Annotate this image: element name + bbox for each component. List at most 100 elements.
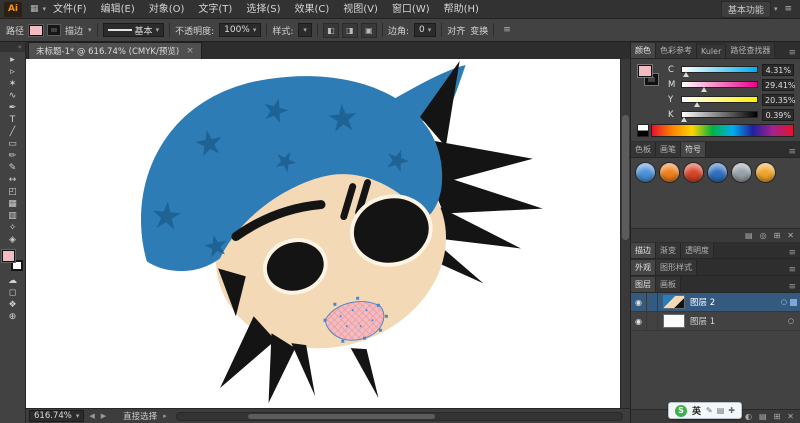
control-icon-button[interactable]: ▣ — [361, 23, 377, 38]
brush-definition-select[interactable]: 基本 ▾ — [103, 23, 165, 37]
layer-thumbnail[interactable] — [663, 314, 685, 328]
menu-item[interactable]: 文字(T) — [191, 0, 239, 19]
channel-value[interactable]: 0.39% — [762, 109, 794, 121]
chevron-down-icon[interactable]: ▾ — [774, 5, 778, 13]
panel-tab[interactable]: 画板 — [656, 277, 681, 292]
panel-tab[interactable]: 色板 — [631, 142, 656, 157]
panel-tab[interactable]: 颜色 — [631, 43, 656, 58]
panel-menu-icon[interactable]: ≡ — [784, 248, 800, 258]
stroke-color-swatch[interactable] — [48, 25, 60, 35]
visibility-eye-icon[interactable]: ◉ — [631, 293, 647, 312]
spectrum-ramp[interactable] — [651, 124, 794, 137]
tool-item[interactable]: ◻ — [3, 287, 23, 299]
control-icon-button[interactable]: ◨ — [342, 23, 358, 38]
app-logo-icon[interactable]: Ai — [4, 2, 22, 17]
panel-footer-icon[interactable]: ✕ — [787, 231, 794, 240]
tool-item[interactable]: ∿ — [3, 90, 23, 102]
layer-row[interactable]: ◉ 图层 2 ○ — [631, 293, 800, 312]
channel-slider[interactable] — [681, 96, 758, 103]
chevron-down-icon[interactable]: ▾ — [88, 26, 92, 34]
panel-footer-icon[interactable]: ⊞ — [774, 412, 781, 421]
panel-tab[interactable]: 描边 — [631, 243, 656, 258]
panel-tab[interactable]: 图形样式 — [656, 260, 697, 275]
channel-value[interactable]: 20.35% — [762, 94, 794, 106]
panel-tab[interactable]: 路径查找器 — [726, 43, 775, 58]
tool-item[interactable]: ▸ — [3, 54, 23, 66]
layer-thumbnail[interactable] — [663, 295, 685, 309]
symbol-thumbnail[interactable] — [660, 163, 679, 182]
control-icon-button[interactable]: ◧ — [323, 23, 339, 38]
menu-item[interactable]: 对象(O) — [142, 0, 192, 19]
layer-row[interactable]: ◉ 图层 1 ○ — [631, 312, 800, 331]
channel-value[interactable]: 4.31% — [762, 64, 794, 76]
panel-tab[interactable]: 渐变 — [656, 243, 681, 258]
color-spectrum[interactable] — [637, 124, 794, 137]
tool-item[interactable]: ▦ — [3, 198, 23, 210]
color-fill-stroke[interactable] — [637, 64, 661, 110]
tool-item[interactable]: T — [3, 114, 23, 126]
panel-tab[interactable]: Kuler — [697, 45, 726, 58]
tool-item[interactable]: ❖ — [3, 299, 23, 311]
slider-knob[interactable] — [701, 87, 707, 92]
artboard[interactable] — [26, 59, 620, 408]
tool-item[interactable]: ⊕ — [3, 311, 23, 323]
fill-stroke-control[interactable] — [2, 250, 23, 271]
panel-tab[interactable]: 图层 — [631, 277, 656, 292]
align-button[interactable]: 对齐 — [447, 24, 465, 37]
layer-name[interactable]: 图层 1 — [690, 315, 788, 327]
panel-tab[interactable]: 色彩参考 — [656, 43, 697, 58]
menu-item[interactable]: 文件(F) — [46, 0, 94, 19]
tool-item[interactable]: ☁ — [3, 275, 23, 287]
symbol-thumbnail[interactable] — [708, 163, 727, 182]
menu-item[interactable]: 窗口(W) — [385, 0, 437, 19]
horizontal-scrollbar-thumb[interactable] — [248, 414, 435, 419]
target-circle-icon[interactable]: ○ — [788, 317, 794, 325]
panel-tab[interactable]: 透明度 — [681, 243, 714, 258]
transform-button[interactable]: 变换 — [470, 24, 488, 37]
symbol-thumbnail[interactable] — [756, 163, 775, 182]
tool-item[interactable]: ✒ — [3, 102, 23, 114]
tool-item[interactable]: ✶ — [3, 78, 23, 90]
panel-tab[interactable]: 符号 — [681, 142, 706, 157]
collapse-toolbar-icon[interactable]: « — [0, 42, 25, 52]
fill-swatch[interactable] — [2, 250, 15, 262]
slider-knob[interactable] — [681, 117, 687, 122]
panel-footer-icon[interactable]: ◎ — [760, 231, 767, 240]
slider-knob[interactable] — [683, 72, 689, 77]
panel-footer-icon[interactable]: ✕ — [787, 412, 794, 421]
workspace-switcher[interactable]: 基本功能 — [721, 1, 771, 18]
menu-item[interactable]: 效果(C) — [287, 0, 336, 19]
style-select[interactable]: ▾ — [298, 23, 312, 37]
lock-column[interactable] — [647, 293, 658, 311]
panel-tab[interactable]: 外观 — [631, 260, 656, 275]
next-artboard-icon[interactable]: ▶ — [100, 412, 107, 420]
ime-language-toggle[interactable]: 英 — [692, 404, 701, 417]
channel-slider[interactable] — [681, 81, 758, 88]
tool-item[interactable]: ▹ — [3, 66, 23, 78]
symbol-thumbnail[interactable] — [636, 163, 655, 182]
zoom-level-select[interactable]: 616.74% ▾ — [29, 410, 84, 422]
panel-menu-icon[interactable]: ≡ — [784, 147, 800, 157]
layer-name[interactable]: 图层 2 — [690, 296, 781, 308]
horizontal-scrollbar[interactable] — [176, 412, 623, 421]
panel-footer-icon[interactable]: ▤ — [745, 231, 753, 240]
vertical-scrollbar-thumb[interactable] — [622, 115, 629, 241]
prev-artboard-icon[interactable]: ◀ — [88, 412, 95, 420]
panel-menu-icon[interactable]: ≡ — [780, 4, 796, 14]
panel-menu-icon[interactable]: ≡ — [784, 265, 800, 275]
status-popup-icon[interactable]: ▸ — [162, 412, 168, 420]
menu-item[interactable]: 帮助(H) — [437, 0, 486, 19]
panel-menu-icon[interactable]: ≡ — [499, 25, 515, 35]
corner-value-stepper[interactable]: 0 ▾ — [414, 23, 436, 37]
channel-value[interactable]: 29.41% — [762, 79, 794, 91]
slider-knob[interactable] — [694, 102, 700, 107]
tool-item[interactable]: ✎ — [3, 162, 23, 174]
stroke-label[interactable]: 描边 — [65, 24, 83, 37]
canvas[interactable] — [26, 59, 630, 408]
panel-menu-icon[interactable]: ≡ — [784, 48, 800, 58]
panel-menu-icon[interactable]: ≡ — [784, 282, 800, 292]
symbol-thumbnail[interactable] — [732, 163, 751, 182]
fill-color-swatch[interactable] — [29, 25, 43, 36]
panel-tab[interactable]: 画笔 — [656, 142, 681, 157]
tool-item[interactable]: ↔ — [3, 174, 23, 186]
